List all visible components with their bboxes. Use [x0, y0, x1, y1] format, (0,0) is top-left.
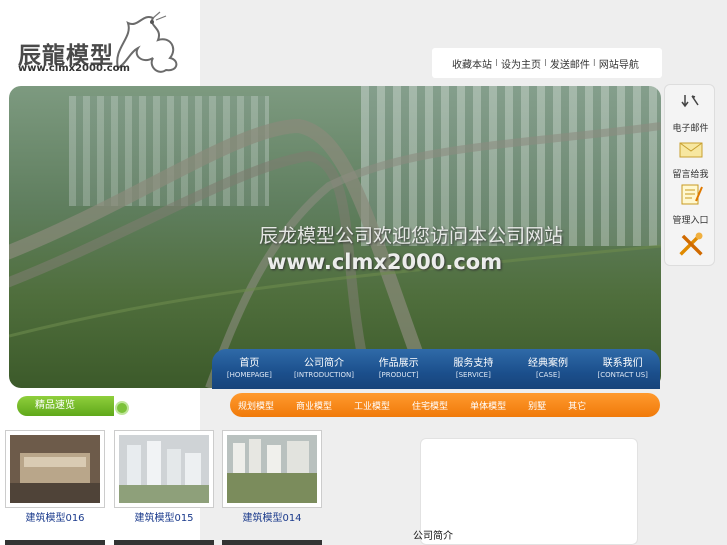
banner-slogan: 辰龙模型公司欢迎您访问本公司网站 [259, 225, 564, 247]
nav-case-label: 经典案例 [528, 358, 569, 369]
leaf-icon [115, 401, 129, 415]
nav-introduction-en: [INTRODUCTION] [294, 371, 354, 379]
product-image [10, 435, 100, 503]
nav-introduction-label: 公司简介 [304, 358, 344, 369]
nav-home-label: 首页 [239, 358, 260, 369]
main-nav: 首页 [HOMEPAGE] 公司简介 [INTRODUCTION] 作品展示 [… [212, 349, 660, 389]
category-single-building[interactable]: 单体模型 [470, 399, 506, 412]
logo[interactable]: 辰龍模型 www.clmx2000.com [0, 0, 200, 82]
site-map-link[interactable]: 网站导航 [599, 56, 639, 71]
nav-home-en: [HOMEPAGE] [226, 371, 272, 379]
category-industrial[interactable]: 工业模型 [354, 399, 390, 412]
category-planning[interactable]: 规划模型 [238, 399, 274, 412]
side-admin-link[interactable]: 管理入口 [665, 213, 716, 259]
top-links-bar: 收藏本站 I 设为主页 I 发送邮件 I 网站导航 [432, 48, 662, 78]
nav-contact[interactable]: 联系我们 [CONTACT US] [585, 357, 660, 381]
category-other[interactable]: 其它 [568, 399, 586, 412]
side-email-link[interactable]: 电子邮件 [665, 121, 716, 159]
bookmark-link[interactable]: 收藏本站 [452, 56, 492, 71]
nav-service-label: 服务支持 [453, 358, 494, 369]
nav-home[interactable]: 首页 [HOMEPAGE] [212, 357, 287, 381]
product-caption[interactable]: 建筑模型014 [222, 509, 322, 524]
product-caption[interactable]: 建筑模型015 [114, 509, 214, 524]
category-commercial[interactable]: 商业模型 [296, 399, 332, 412]
product-thumb[interactable] [222, 430, 322, 508]
nav-product-label: 作品展示 [378, 358, 419, 369]
product-caption[interactable]: 建筑模型016 [5, 509, 105, 524]
set-homepage-link[interactable]: 设为主页 [501, 56, 541, 71]
product-thumb-partial[interactable] [114, 540, 214, 545]
side-message-label: 留言给我 [672, 170, 709, 180]
company-info-title: 公司简介 [413, 531, 453, 542]
separator: I [495, 57, 498, 69]
side-admin-label: 管理入口 [672, 216, 709, 226]
logo-url: www.clmx2000.com [18, 63, 130, 74]
nav-service[interactable]: 服务支持 [SERVICE] [436, 357, 511, 381]
separator: I [592, 57, 596, 69]
nav-case-en: [CASE] [536, 371, 561, 379]
section-title: 精品速览 [17, 396, 114, 416]
separator: I [543, 57, 547, 69]
arrow-icon [681, 95, 699, 108]
nav-product[interactable]: 作品展示 [PRODUCT] [361, 357, 436, 381]
nav-case[interactable]: 经典案例 [CASE] [511, 357, 586, 381]
product-thumb-partial[interactable] [222, 540, 322, 545]
envelope-icon [679, 142, 702, 158]
product-image [227, 435, 317, 503]
note-icon [681, 184, 703, 205]
side-email-label: 电子邮件 [672, 124, 709, 134]
product-thumb-partial[interactable] [5, 540, 105, 545]
side-message-link[interactable]: 留言给我 [665, 167, 716, 205]
nav-product-en: [PRODUCT] [378, 371, 419, 379]
send-email-link[interactable]: 发送邮件 [550, 56, 590, 71]
category-residential[interactable]: 住宅模型 [412, 399, 448, 412]
nav-introduction[interactable]: 公司简介 [INTRODUCTION] [287, 357, 362, 381]
nav-contact-label: 联系我们 [602, 358, 643, 369]
banner-image: 辰龙模型公司欢迎您访问本公司网站 www.clmx2000.com [9, 86, 661, 388]
nav-contact-en: [CONTACT US] [597, 371, 648, 379]
nav-service-en: [SERVICE] [455, 371, 491, 379]
product-thumb[interactable] [114, 430, 214, 508]
product-image [119, 435, 209, 503]
side-panel: 电子邮件 留言给我 管理入口 [664, 84, 715, 266]
banner-site-url: www.clmx2000.com [267, 250, 503, 274]
category-nav: 规划模型 商业模型 工业模型 住宅模型 单体模型 别墅 其它 [230, 393, 660, 417]
tools-icon [678, 232, 703, 256]
product-thumb[interactable] [5, 430, 105, 508]
category-villa[interactable]: 别墅 [528, 399, 546, 412]
